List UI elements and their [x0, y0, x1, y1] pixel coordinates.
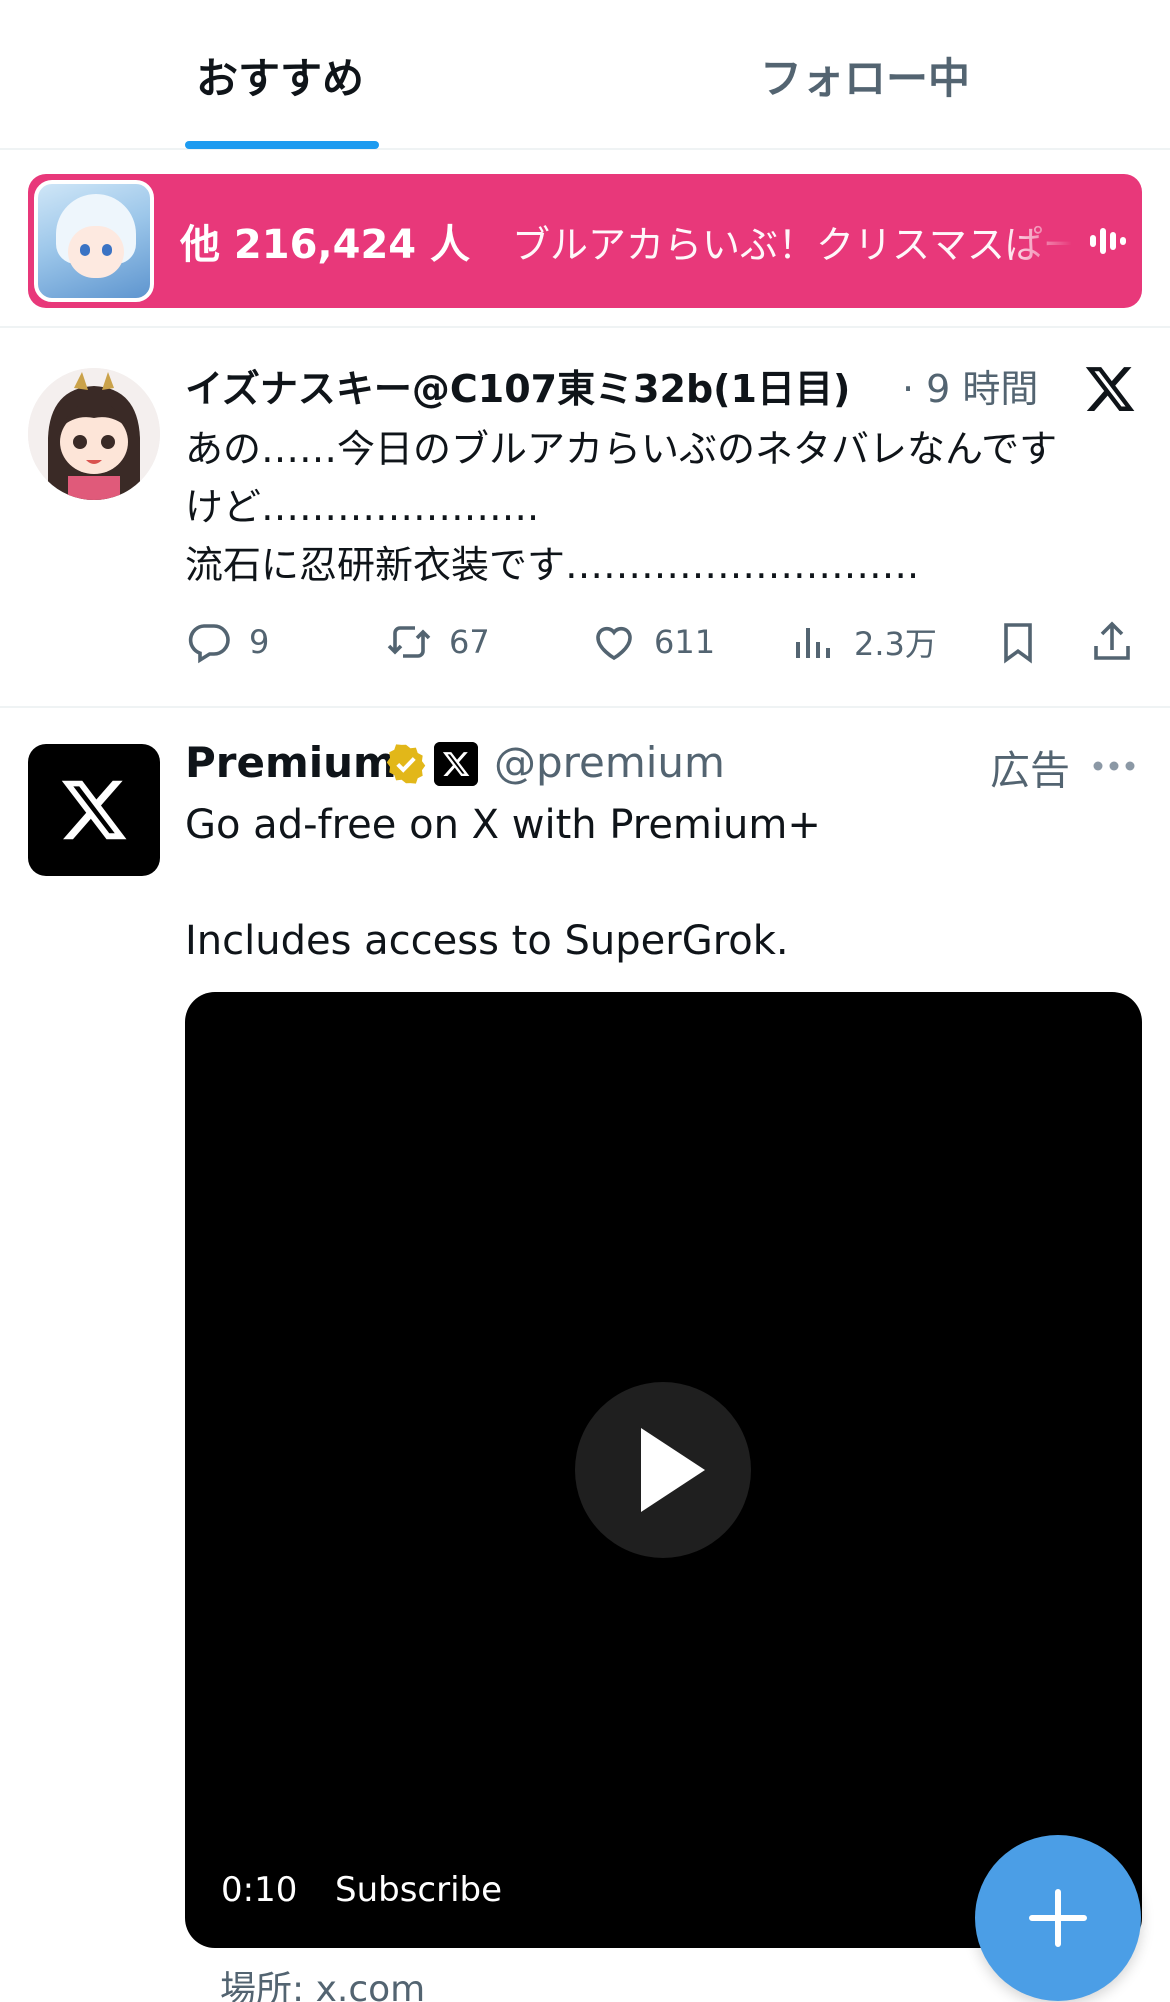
bookmark-button[interactable]: [994, 612, 1042, 672]
divider: [0, 706, 1170, 708]
more-options-icon[interactable]: [1092, 760, 1136, 772]
heart-icon: [596, 626, 632, 661]
bookmark-icon: [1004, 623, 1032, 664]
share-icon: [1094, 621, 1130, 660]
x-logo-icon: [1085, 367, 1135, 411]
view-count: 2.3万: [854, 625, 937, 663]
ad-video-player[interactable]: 0:10 Subscribe: [185, 992, 1142, 1948]
tab-following[interactable]: フォロー中: [740, 0, 990, 150]
retweet-count: 67: [449, 623, 490, 661]
retweet-icon: [387, 626, 431, 658]
subscribe-link[interactable]: Subscribe: [335, 1870, 502, 1910]
video-duration: 0:10: [221, 1870, 298, 1910]
ad-text-line: Go ad-free on X with Premium+: [185, 802, 821, 848]
ad-text-line: [185, 854, 1145, 912]
reply-icon: [188, 624, 230, 664]
analytics-icon: [796, 628, 830, 658]
tweet-actions: 9 67 611 2.3万: [0, 612, 1170, 672]
live-space-banner[interactable]: 他 216,424 人 ブルアカらいぶ！クリスマスぱーてぃー: [28, 174, 1142, 308]
x-affiliate-badge-icon: [434, 742, 478, 786]
space-title: ブルアカらいぶ！クリスマスぱーてぃー: [512, 222, 1072, 267]
tab-for-you[interactable]: おすすめ: [185, 0, 375, 150]
views-button[interactable]: 2.3万: [790, 612, 937, 672]
tweet-text-line: けど………………….: [185, 485, 540, 529]
ad-author-handle[interactable]: @premium: [494, 738, 725, 787]
author-avatar[interactable]: [28, 368, 160, 500]
space-host-avatar: [34, 180, 154, 302]
ad-source-location[interactable]: 場所: x.com: [220, 1960, 425, 2002]
like-button[interactable]: 611: [590, 612, 715, 672]
reply-button[interactable]: 9: [185, 612, 269, 672]
space-listener-count: 他 216,424 人: [180, 222, 471, 268]
reply-count: 9: [249, 623, 270, 661]
verified-badge-icon: [386, 744, 426, 784]
timeline-tabs: おすすめ フォロー中: [0, 0, 1170, 150]
share-button[interactable]: [1088, 612, 1136, 672]
plus-icon: [1029, 1889, 1087, 1947]
tweet-timestamp[interactable]: · 9 時間: [902, 358, 1038, 413]
play-button[interactable]: [575, 1382, 751, 1558]
ad-text: Go ad-free on X with Premium+ Includes a…: [185, 796, 1145, 970]
compose-button[interactable]: [975, 1835, 1141, 2001]
ad-text-line: Includes access to SuperGrok.: [185, 918, 789, 964]
ad-author-name[interactable]: Premium: [185, 738, 397, 787]
like-count: 611: [654, 623, 716, 661]
tweet-text-line: 流石に忍研新衣装です……………………….: [185, 543, 920, 587]
premium-avatar[interactable]: [28, 744, 160, 876]
ad-label: 広告: [990, 748, 1070, 794]
active-tab-indicator: [185, 141, 379, 149]
tweet-text: あの……今日のブルアカらいぶのネタバレなんです けど…………………. 流石に忍研…: [185, 420, 1145, 594]
tweet-text-line: あの……今日のブルアカらいぶのネタバレなんです: [185, 427, 1058, 471]
play-icon: [641, 1428, 705, 1512]
tweet-author-name[interactable]: イズナスキー@C107東ミ32b(1日目): [185, 358, 850, 413]
audio-wave-icon: [1090, 228, 1126, 254]
retweet-button[interactable]: 67: [385, 612, 490, 672]
divider: [0, 326, 1170, 328]
